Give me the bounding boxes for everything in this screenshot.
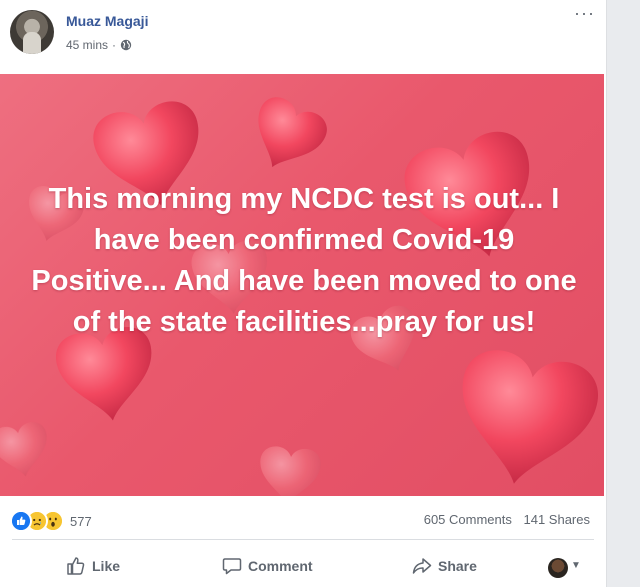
post-meta: 45 mins · [66,38,132,52]
reaction-count[interactable]: 577 [70,514,92,529]
more-options-icon[interactable]: ··· [574,4,596,24]
like-reaction-icon [10,510,32,532]
reaction-summary[interactable]: 577 [10,510,92,532]
share-button[interactable]: Share [412,556,477,576]
engagement-counts: 605 Comments 141 Shares [416,512,590,527]
heart [0,422,47,477]
share-icon [412,558,432,574]
comments-count[interactable]: 605 Comments [424,512,512,527]
like-label: Like [92,558,121,574]
shares-count[interactable]: 141 Shares [524,512,591,527]
post-image-text: This morning my NCDC test is out... I ha… [31,183,577,338]
comment-label: Comment [248,558,313,574]
heart [260,446,321,496]
author-name[interactable]: Muaz Magaji [66,13,148,29]
viewer-avatar[interactable] [548,558,568,578]
heart [258,97,327,168]
thumbs-up-icon [67,557,85,575]
divider [12,539,594,540]
post-image[interactable]: This morning my NCDC test is out... I ha… [0,74,604,496]
like-button[interactable]: Like [66,556,120,576]
post-time[interactable]: 45 mins [66,38,108,52]
heart [462,350,598,484]
comment-button[interactable]: Comment [222,556,313,576]
post-card: Muaz Magaji 45 mins · ··· This morning m… [0,0,607,587]
comment-icon [222,558,242,575]
globe-icon[interactable] [120,39,132,51]
share-label: Share [438,558,477,574]
chevron-down-icon[interactable]: ▼ [571,560,581,571]
meta-separator: · [112,38,117,52]
author-avatar[interactable] [10,10,54,54]
